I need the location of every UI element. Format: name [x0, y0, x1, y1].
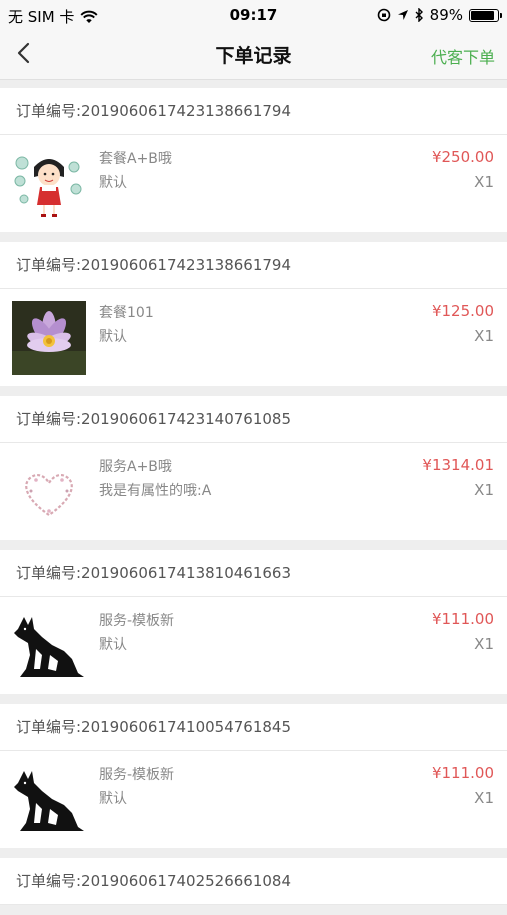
location-arrow-icon [397, 10, 408, 20]
dog-silhouette-image [12, 763, 86, 837]
item-spec: 默认 [99, 637, 127, 653]
order-number: 订单编号:2019060617423138661794 [0, 88, 507, 135]
order-item[interactable]: 套餐101 默认 ¥125.00 X1 [0, 289, 507, 386]
item-quantity: X1 [474, 635, 494, 653]
status-bar: 无 SIM 卡 09:17 89% [0, 0, 507, 30]
lotus-flower-image [12, 301, 86, 375]
item-name: 套餐A+B哦 [99, 151, 172, 167]
battery-icon [469, 8, 502, 22]
battery-percent: 89% [429, 6, 463, 24]
order-card[interactable]: 订单编号:2019060617402526661084 [0, 858, 507, 905]
item-name: 服务A+B哦 [99, 459, 172, 475]
order-card[interactable]: 订单编号:2019060617410054761845 服务-模板新 默认 ¥1… [0, 704, 507, 848]
order-item[interactable]: 套餐A+B哦 默认 ¥250.00 X1 [0, 135, 507, 232]
order-card[interactable]: 订单编号:2019060617423138661794 套餐101 默认 ¥12… [0, 242, 507, 386]
dog-silhouette-image [12, 609, 86, 683]
order-item[interactable]: 服务A+B哦 我是有属性的哦:A ¥1314.01 X1 [0, 443, 507, 540]
item-spec: 默认 [99, 791, 127, 807]
item-price: ¥125.00 [431, 302, 494, 320]
nav-bar: 下单记录 代客下单 [0, 30, 507, 80]
item-price: ¥111.00 [431, 764, 494, 782]
item-spec: 默认 [99, 175, 127, 191]
item-spec: 我是有属性的哦:A [99, 483, 212, 499]
order-number: 订单编号:2019060617402526661084 [0, 858, 507, 905]
order-card[interactable]: 订单编号:2019060617413810461663 服务-模板新 默认 ¥1… [0, 550, 507, 694]
proxy-order-button[interactable]: 代客下单 [431, 44, 495, 68]
cartoon-girl-image [12, 147, 86, 221]
battery-fill [471, 10, 494, 20]
order-number: 订单编号:2019060617423140761085 [0, 396, 507, 443]
item-name: 套餐101 [99, 305, 154, 321]
item-name: 服务-模板新 [99, 767, 175, 783]
order-item[interactable]: 服务-模板新 默认 ¥111.00 X1 [0, 751, 507, 848]
item-name: 服务-模板新 [99, 613, 175, 629]
item-spec: 默认 [99, 329, 127, 345]
item-quantity: X1 [474, 481, 494, 499]
orientation-lock-icon [377, 8, 390, 22]
item-price: ¥250.00 [431, 148, 494, 166]
status-right: 89% [377, 6, 502, 24]
order-item[interactable]: 服务-模板新 默认 ¥111.00 X1 [0, 597, 507, 694]
bluetooth-icon [415, 8, 423, 22]
item-quantity: X1 [474, 789, 494, 807]
item-quantity: X1 [474, 327, 494, 345]
heart-wreath-image [12, 455, 86, 529]
order-card[interactable]: 订单编号:2019060617423140761085 服务A+B哦 我是有属性… [0, 396, 507, 540]
order-list: 订单编号:2019060617423138661794 套餐A+B哦 默认 ¥2… [0, 88, 507, 915]
order-number: 订单编号:2019060617410054761845 [0, 704, 507, 751]
item-price: ¥1314.01 [422, 456, 494, 474]
item-quantity: X1 [474, 173, 494, 191]
order-card[interactable]: 订单编号:2019060617423138661794 套餐A+B哦 默认 ¥2… [0, 88, 507, 232]
item-price: ¥111.00 [431, 610, 494, 628]
order-number: 订单编号:2019060617413810461663 [0, 550, 507, 597]
order-number: 订单编号:2019060617423138661794 [0, 242, 507, 289]
